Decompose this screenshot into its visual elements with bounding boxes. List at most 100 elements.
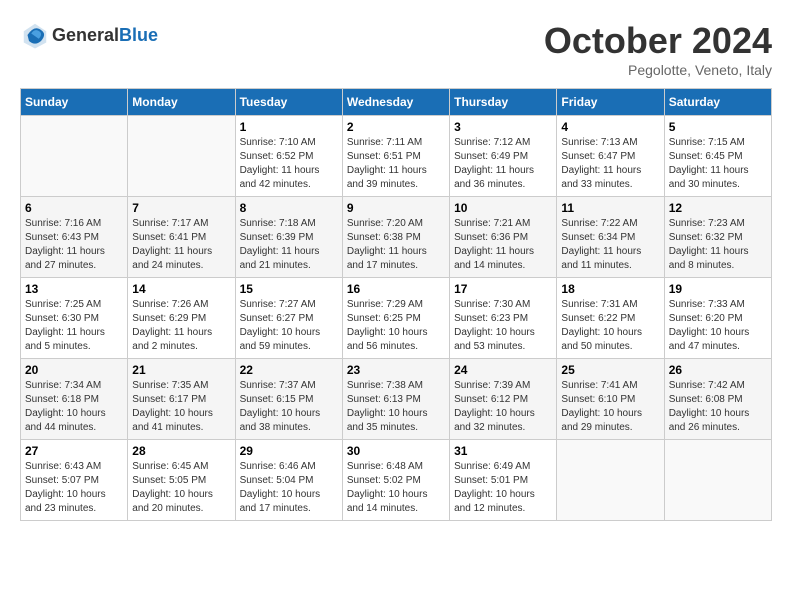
calendar-cell: 28Sunrise: 6:45 AMSunset: 5:05 PMDayligh…: [128, 440, 235, 521]
calendar-cell: 10 Sunrise: 7:21 AMSunset: 6:36 PMDayligh…: [450, 197, 557, 278]
day-number: 16: [347, 282, 445, 296]
logo: GeneralBlue: [20, 20, 158, 50]
title-section: October 2024 Pegolotte, Veneto, Italy: [544, 20, 772, 78]
logo-blue: Blue: [119, 25, 158, 45]
day-number: 19: [669, 282, 767, 296]
header-saturday: Saturday: [664, 89, 771, 116]
day-number: 30: [347, 444, 445, 458]
header-wednesday: Wednesday: [342, 89, 449, 116]
day-detail: Sunrise: 7:11 AMSunset: 6:51 PMDaylight:…: [347, 136, 445, 192]
day-detail: Sunrise: 7:34 AMSunset: 6:18 PMDaylight:…: [25, 379, 123, 435]
calendar-week-4: 20 Sunrise: 7:34 AMSunset: 6:18 PMDayligh…: [21, 359, 772, 440]
calendar-cell: 26 Sunrise: 7:42 AMSunset: 6:08 PMDayligh…: [664, 359, 771, 440]
day-number: 8: [240, 201, 338, 215]
day-detail: Sunrise: 7:38 AMSunset: 6:13 PMDaylight:…: [347, 379, 445, 435]
calendar-week-1: 1 Sunrise: 7:10 AMSunset: 6:52 PMDaylight…: [21, 116, 772, 197]
day-number: 27: [25, 444, 123, 458]
day-detail: Sunrise: 7:35 AMSunset: 6:17 PMDaylight:…: [132, 379, 230, 435]
calendar-cell: 23 Sunrise: 7:38 AMSunset: 6:13 PMDayligh…: [342, 359, 449, 440]
calendar-week-2: 6Sunrise: 7:16 AMSunset: 6:43 PMDaylight…: [21, 197, 772, 278]
day-detail: Sunrise: 6:49 AMSunset: 5:01 PMDaylight:…: [454, 460, 552, 516]
calendar-cell: 2 Sunrise: 7:11 AMSunset: 6:51 PMDaylight…: [342, 116, 449, 197]
day-detail: Sunrise: 7:16 AMSunset: 6:43 PMDaylight:…: [25, 217, 123, 273]
calendar-cell: 15 Sunrise: 7:27 AMSunset: 6:27 PMDayligh…: [235, 278, 342, 359]
day-number: 4: [561, 120, 659, 134]
header-friday: Friday: [557, 89, 664, 116]
day-number: 20: [25, 363, 123, 377]
day-number: 9: [347, 201, 445, 215]
day-detail: Sunrise: 7:39 AMSunset: 6:12 PMDaylight:…: [454, 379, 552, 435]
day-number: 15: [240, 282, 338, 296]
day-detail: Sunrise: 6:45 AMSunset: 5:05 PMDaylight:…: [132, 460, 230, 516]
day-detail: Sunrise: 7:30 AMSunset: 6:23 PMDaylight:…: [454, 298, 552, 354]
day-number: 23: [347, 363, 445, 377]
calendar-cell: [21, 116, 128, 197]
day-detail: Sunrise: 7:33 AMSunset: 6:20 PMDaylight:…: [669, 298, 767, 354]
calendar-cell: 11 Sunrise: 7:22 AMSunset: 6:34 PMDayligh…: [557, 197, 664, 278]
day-number: 26: [669, 363, 767, 377]
header-tuesday: Tuesday: [235, 89, 342, 116]
day-detail: Sunrise: 6:46 AMSunset: 5:04 PMDaylight:…: [240, 460, 338, 516]
header-sunday: Sunday: [21, 89, 128, 116]
day-number: 7: [132, 201, 230, 215]
page-header: GeneralBlue October 2024 Pegolotte, Vene…: [20, 20, 772, 78]
day-detail: Sunrise: 7:23 AMSunset: 6:32 PMDaylight:…: [669, 217, 767, 273]
day-number: 21: [132, 363, 230, 377]
day-number: 11: [561, 201, 659, 215]
logo-text: GeneralBlue: [52, 25, 158, 46]
calendar-cell: 25 Sunrise: 7:41 AMSunset: 6:10 PMDayligh…: [557, 359, 664, 440]
calendar-cell: 12 Sunrise: 7:23 AMSunset: 6:32 PMDayligh…: [664, 197, 771, 278]
day-detail: Sunrise: 6:48 AMSunset: 5:02 PMDaylight:…: [347, 460, 445, 516]
location-subtitle: Pegolotte, Veneto, Italy: [544, 62, 772, 78]
day-number: 12: [669, 201, 767, 215]
day-number: 1: [240, 120, 338, 134]
calendar-cell: [664, 440, 771, 521]
logo-icon: [20, 20, 50, 50]
day-number: 24: [454, 363, 552, 377]
day-detail: Sunrise: 7:10 AMSunset: 6:52 PMDaylight:…: [240, 136, 338, 192]
calendar-cell: 7 Sunrise: 7:17 AMSunset: 6:41 PMDaylight…: [128, 197, 235, 278]
day-number: 5: [669, 120, 767, 134]
day-detail: Sunrise: 7:18 AMSunset: 6:39 PMDaylight:…: [240, 217, 338, 273]
day-number: 13: [25, 282, 123, 296]
calendar-cell: 16 Sunrise: 7:29 AMSunset: 6:25 PMDayligh…: [342, 278, 449, 359]
day-detail: Sunrise: 7:12 AMSunset: 6:49 PMDaylight:…: [454, 136, 552, 192]
day-detail: Sunrise: 7:29 AMSunset: 6:25 PMDaylight:…: [347, 298, 445, 354]
calendar-cell: 9 Sunrise: 7:20 AMSunset: 6:38 PMDaylight…: [342, 197, 449, 278]
day-detail: Sunrise: 7:31 AMSunset: 6:22 PMDaylight:…: [561, 298, 659, 354]
calendar-cell: 31Sunrise: 6:49 AMSunset: 5:01 PMDayligh…: [450, 440, 557, 521]
calendar-cell: 13Sunrise: 7:25 AMSunset: 6:30 PMDayligh…: [21, 278, 128, 359]
calendar-cell: 24 Sunrise: 7:39 AMSunset: 6:12 PMDayligh…: [450, 359, 557, 440]
calendar-cell: 22Sunrise: 7:37 AMSunset: 6:15 PMDayligh…: [235, 359, 342, 440]
calendar-header: Sunday Monday Tuesday Wednesday Thursday…: [21, 89, 772, 116]
day-detail: Sunrise: 7:41 AMSunset: 6:10 PMDaylight:…: [561, 379, 659, 435]
day-number: 2: [347, 120, 445, 134]
day-number: 17: [454, 282, 552, 296]
calendar-cell: 17 Sunrise: 7:30 AMSunset: 6:23 PMDayligh…: [450, 278, 557, 359]
day-number: 22: [240, 363, 338, 377]
calendar-body: 1 Sunrise: 7:10 AMSunset: 6:52 PMDaylight…: [21, 116, 772, 521]
day-number: 25: [561, 363, 659, 377]
day-detail: Sunrise: 7:17 AMSunset: 6:41 PMDaylight:…: [132, 217, 230, 273]
logo-general: General: [52, 25, 119, 45]
day-detail: Sunrise: 7:20 AMSunset: 6:38 PMDaylight:…: [347, 217, 445, 273]
day-detail: Sunrise: 7:26 AMSunset: 6:29 PMDaylight:…: [132, 298, 230, 354]
day-number: 18: [561, 282, 659, 296]
calendar-cell: [557, 440, 664, 521]
calendar-cell: 1 Sunrise: 7:10 AMSunset: 6:52 PMDaylight…: [235, 116, 342, 197]
calendar-cell: 4Sunrise: 7:13 AMSunset: 6:47 PMDaylight…: [557, 116, 664, 197]
calendar-cell: 14 Sunrise: 7:26 AMSunset: 6:29 PMDayligh…: [128, 278, 235, 359]
calendar-cell: 27Sunrise: 6:43 AMSunset: 5:07 PMDayligh…: [21, 440, 128, 521]
header-monday: Monday: [128, 89, 235, 116]
day-number: 10: [454, 201, 552, 215]
calendar-cell: 3Sunrise: 7:12 AMSunset: 6:49 PMDaylight…: [450, 116, 557, 197]
day-detail: Sunrise: 7:21 AMSunset: 6:36 PMDaylight:…: [454, 217, 552, 273]
day-number: 14: [132, 282, 230, 296]
day-detail: Sunrise: 7:22 AMSunset: 6:34 PMDaylight:…: [561, 217, 659, 273]
calendar-cell: 19 Sunrise: 7:33 AMSunset: 6:20 PMDayligh…: [664, 278, 771, 359]
calendar-cell: 21 Sunrise: 7:35 AMSunset: 6:17 PMDayligh…: [128, 359, 235, 440]
day-detail: Sunrise: 7:27 AMSunset: 6:27 PMDaylight:…: [240, 298, 338, 354]
day-detail: Sunrise: 7:42 AMSunset: 6:08 PMDaylight:…: [669, 379, 767, 435]
calendar-cell: 8 Sunrise: 7:18 AMSunset: 6:39 PMDaylight…: [235, 197, 342, 278]
days-row: Sunday Monday Tuesday Wednesday Thursday…: [21, 89, 772, 116]
